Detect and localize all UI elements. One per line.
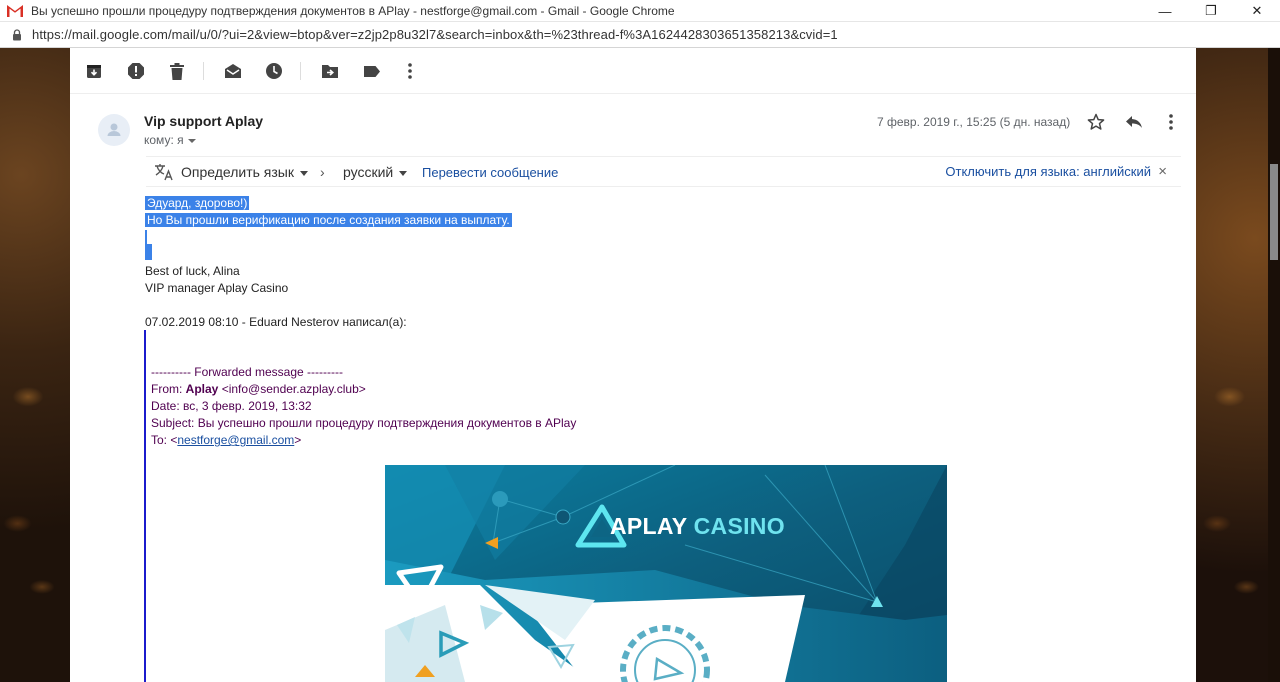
message-body-line: Но Вы прошли верификацию после создания …	[145, 213, 512, 227]
quote-bar	[144, 330, 146, 682]
archive-icon[interactable]	[84, 61, 104, 81]
url-text[interactable]: https://mail.google.com/mail/u/0/?ui=2&v…	[32, 27, 838, 42]
recipient-line[interactable]: кому: я	[144, 133, 196, 147]
aplay-casino-logo-text: APLAY CASINO	[610, 513, 785, 540]
translate-message-link[interactable]: Перевести сообщение	[422, 165, 558, 180]
gmail-message-panel: Vip support Aplay кому: я 7 февр. 2019 г…	[70, 48, 1196, 682]
chevron-right-icon: ›	[320, 164, 325, 180]
selection-highlight	[145, 244, 152, 260]
from-label: From:	[151, 382, 186, 396]
lock-icon	[13, 28, 21, 40]
show-details-icon[interactable]	[187, 138, 196, 143]
window-titlebar: Вы успешно прошли процедуру подтверждени…	[0, 0, 1280, 22]
target-language-label: русский	[343, 164, 394, 180]
toolbar-divider	[300, 62, 301, 80]
dropdown-caret-icon	[399, 170, 408, 176]
gmail-logo-icon	[7, 4, 23, 17]
scrollbar-thumb[interactable]	[1270, 164, 1278, 260]
label-icon[interactable]	[362, 61, 382, 81]
restore-button[interactable]: ❐	[1188, 0, 1234, 22]
forwarded-to: To: <nestforge@gmail.com>	[151, 433, 301, 447]
selected-text: Эдуард, здорово!)	[145, 196, 250, 210]
move-to-icon[interactable]	[320, 61, 340, 81]
snooze-icon[interactable]	[264, 61, 284, 81]
source-language-label: Определить язык	[181, 164, 294, 180]
page-scrollbar[interactable]	[1268, 48, 1280, 682]
delete-icon[interactable]	[167, 61, 187, 81]
message-date: 7 февр. 2019 г., 15:25 (5 дн. назад)	[877, 115, 1071, 129]
reply-icon[interactable]	[1124, 112, 1144, 132]
selected-text: Но Вы прошли верификацию после создания …	[145, 213, 512, 227]
forwarded-from: From: Aplay <info@sender.azplay.club>	[151, 382, 366, 396]
translate-bar: Определить язык › русский Перевести сооб…	[146, 156, 1181, 187]
to-close: >	[294, 433, 302, 447]
disable-translation-link[interactable]: Отключить для языка: английский	[945, 164, 1151, 179]
message-header: Vip support Aplay кому: я 7 февр. 2019 г…	[98, 108, 1188, 148]
forwarded-header: ---------- Forwarded message ---------	[151, 365, 343, 379]
target-language-dropdown[interactable]: русский	[343, 164, 408, 180]
address-bar[interactable]: https://mail.google.com/mail/u/0/?ui=2&v…	[0, 22, 1280, 48]
translate-icon	[155, 164, 173, 181]
dropdown-caret-icon	[300, 170, 308, 176]
window-title: Вы успешно прошли процедуру подтверждени…	[31, 3, 675, 18]
message-body-line: Эдуард, здорово!)	[145, 196, 250, 210]
avatar[interactable]	[98, 114, 130, 146]
brand-word-aplay: APLAY	[610, 513, 687, 539]
forwarded-date: Date: вс, 3 февр. 2019, 13:32	[151, 399, 312, 413]
sender-name[interactable]: Vip support Aplay	[144, 113, 263, 129]
more-icon[interactable]	[400, 61, 420, 81]
banner-background	[385, 465, 947, 682]
to-email-link[interactable]: nestforge@gmail.com	[177, 433, 294, 447]
recipient-text: кому: я	[144, 133, 184, 147]
star-icon[interactable]	[1086, 112, 1106, 132]
aplay-email-banner[interactable]: APLAY CASINO	[385, 465, 947, 682]
signoff-text: Best of luck, Alina	[145, 264, 240, 278]
default-avatar-icon	[107, 123, 121, 136]
from-email: <info@sender.azplay.club>	[218, 382, 366, 396]
from-name: Aplay	[185, 382, 219, 396]
close-window-button[interactable]: ✕	[1234, 0, 1280, 22]
quote-header: 07.02.2019 08:10 - Eduard Nesterov напис…	[145, 315, 407, 329]
toolbar-divider	[203, 62, 204, 80]
forwarded-subject: Subject: Вы успешно прошли процедуру под…	[151, 416, 577, 430]
source-language-dropdown[interactable]: Определить язык	[181, 164, 308, 180]
report-spam-icon[interactable]	[126, 61, 146, 81]
mark-unread-icon[interactable]	[223, 61, 243, 81]
message-more-icon[interactable]	[1161, 112, 1181, 132]
to-label: To: <	[151, 433, 178, 447]
desktop-wallpaper-left	[0, 48, 70, 682]
minimize-button[interactable]: —	[1142, 0, 1188, 22]
close-translate-bar-icon[interactable]: ×	[1158, 163, 1167, 180]
message-toolbar	[70, 48, 1196, 94]
selection-caret	[145, 230, 147, 244]
brand-word-casino: CASINO	[693, 513, 785, 539]
signature-text: VIP manager Aplay Casino	[145, 281, 289, 295]
